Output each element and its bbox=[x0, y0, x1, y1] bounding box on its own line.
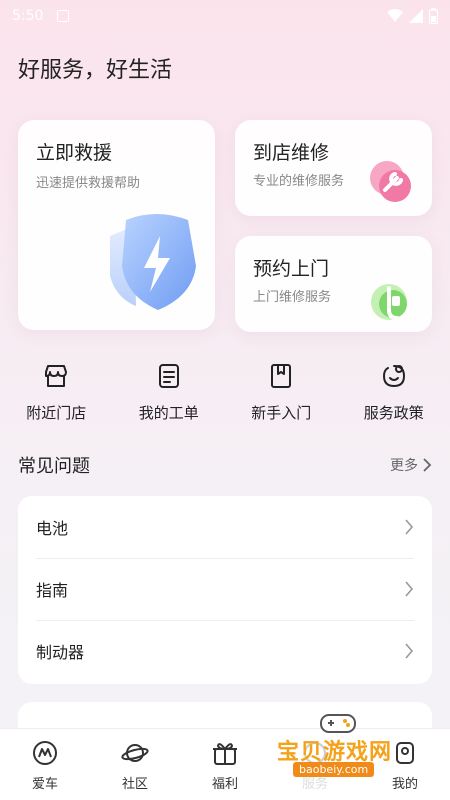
charging-plug-icon bbox=[371, 284, 407, 320]
status-bar: 5:50 bbox=[0, 0, 450, 32]
gift-icon bbox=[213, 743, 237, 765]
quick-service-policy[interactable]: 服务政策 bbox=[338, 362, 450, 432]
faq-header: 常见问题 更多 bbox=[18, 452, 432, 478]
store-icon bbox=[45, 365, 68, 387]
quick-my-orders-label: 我的工单 bbox=[138, 404, 199, 422]
rescue-title: 立即救援 bbox=[36, 142, 113, 164]
tab-car[interactable]: 爱车 bbox=[0, 729, 90, 800]
tab-community-label: 社区 bbox=[121, 777, 148, 792]
chevron-right-icon bbox=[405, 581, 414, 597]
chevron-right-icon bbox=[405, 643, 414, 659]
wrench-icon bbox=[370, 161, 411, 202]
faq-more-label: 更多 bbox=[390, 458, 418, 474]
home-service-title: 预约上门 bbox=[253, 258, 330, 280]
quick-actions: 附近门店 我的工单 新手入门 服务政策 bbox=[0, 362, 450, 432]
support-face-icon bbox=[382, 365, 405, 388]
faq-item-label: 电池 bbox=[36, 519, 69, 538]
wifi-icon bbox=[387, 9, 403, 22]
lightning-shield-icon bbox=[110, 214, 196, 310]
store-repair-card[interactable]: 到店维修 专业的维修服务 bbox=[235, 120, 432, 216]
battery-icon bbox=[429, 8, 438, 24]
faq-item-brakes[interactable]: 制动器 bbox=[18, 620, 432, 682]
quick-my-orders[interactable]: 我的工单 bbox=[113, 362, 226, 432]
document-icon bbox=[158, 364, 179, 388]
tab-benefits-label: 福利 bbox=[211, 777, 238, 792]
chevron-right-icon bbox=[405, 519, 414, 535]
gamepad-icon bbox=[320, 714, 356, 733]
status-time: 5:50 bbox=[12, 8, 44, 24]
faq-more-link[interactable]: 更多 bbox=[390, 455, 432, 475]
faq-list: 电池 指南 制动器 bbox=[18, 496, 432, 684]
home-service-card[interactable]: 预约上门 上门维修服务 bbox=[235, 236, 432, 332]
store-repair-title: 到店维修 bbox=[253, 142, 330, 164]
quick-nearby-stores[interactable]: 附近门店 bbox=[0, 362, 113, 432]
watermark-url: baobeiy.com bbox=[293, 762, 375, 777]
faq-item-guide[interactable]: 指南 bbox=[18, 558, 432, 620]
faq-item-label: 指南 bbox=[36, 581, 69, 600]
status-icons bbox=[387, 8, 438, 24]
faq-item-label: 制动器 bbox=[36, 643, 85, 662]
rescue-card[interactable]: 立即救援 迅速提供救援帮助 bbox=[18, 120, 215, 330]
watermark-logo: 宝贝游戏网 baobeiy.com bbox=[275, 712, 425, 784]
page-headline: 好服务，好生活 bbox=[18, 58, 173, 83]
store-repair-subtitle: 专业的维修服务 bbox=[253, 174, 345, 189]
faq-item-battery[interactable]: 电池 bbox=[18, 496, 432, 558]
rescue-subtitle: 迅速提供救援帮助 bbox=[36, 176, 141, 191]
home-service-subtitle: 上门维修服务 bbox=[253, 290, 332, 305]
tab-benefits[interactable]: 福利 bbox=[180, 729, 270, 800]
signal-icon bbox=[409, 9, 423, 23]
notification-icon bbox=[57, 10, 70, 22]
chevron-right-icon bbox=[423, 458, 432, 472]
car-badge-icon bbox=[33, 741, 57, 765]
quick-beginner-guide-label: 新手入门 bbox=[251, 404, 312, 422]
tab-car-label: 爱车 bbox=[31, 777, 58, 792]
quick-beginner-guide[interactable]: 新手入门 bbox=[225, 362, 338, 432]
tab-community[interactable]: 社区 bbox=[90, 729, 180, 800]
planet-icon bbox=[121, 744, 149, 762]
quick-service-policy-label: 服务政策 bbox=[363, 404, 424, 422]
faq-title: 常见问题 bbox=[18, 456, 90, 477]
book-icon bbox=[271, 364, 292, 388]
quick-nearby-stores-label: 附近门店 bbox=[26, 404, 87, 422]
